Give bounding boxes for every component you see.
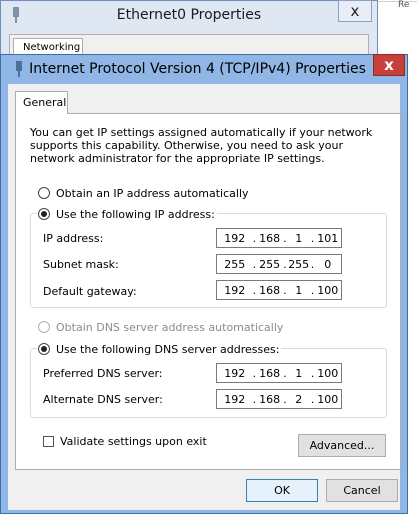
ip-octet: 100 bbox=[317, 366, 339, 380]
ip-octet: 192 bbox=[224, 392, 246, 406]
ethernet-properties-title: Ethernet0 Properties bbox=[116, 7, 262, 23]
ip-octet: 101 bbox=[317, 231, 339, 245]
ok-button[interactable]: OK bbox=[246, 479, 318, 502]
use-following-ip-radio[interactable] bbox=[38, 208, 50, 220]
obtain-ip-auto-radio[interactable] bbox=[38, 187, 50, 199]
obtain-dns-auto-label: Obtain DNS server address automatically bbox=[56, 320, 284, 334]
ip-octet: 168 bbox=[259, 283, 281, 297]
ip-octet: 255 bbox=[259, 257, 281, 271]
use-following-dns-label: Use the following DNS server addresses: bbox=[56, 342, 280, 356]
ip-octet: 1 bbox=[295, 231, 303, 245]
use-following-ip-option[interactable]: Use the following IP address: bbox=[37, 206, 217, 222]
ip-octet: 192 bbox=[224, 283, 246, 297]
alternate-dns-field[interactable]: 192. 168. 2. 100 bbox=[216, 389, 342, 409]
advanced-button[interactable]: Advanced... bbox=[298, 434, 386, 457]
obtain-ip-auto-label: Obtain an IP address automatically bbox=[56, 186, 249, 200]
use-following-dns-option[interactable]: Use the following DNS server addresses: bbox=[37, 341, 282, 357]
validate-settings-label: Validate settings upon exit bbox=[60, 434, 207, 448]
validate-settings-checkbox[interactable] bbox=[43, 435, 54, 447]
ip-octet: 100 bbox=[317, 392, 339, 406]
ip-octet: 2 bbox=[295, 392, 303, 406]
ip-octet: 0 bbox=[324, 257, 332, 271]
subnet-mask-field[interactable]: 255. 255. 255. 0 bbox=[216, 254, 342, 274]
dialog-title: Internet Protocol Version 4 (TCP/IPv4) P… bbox=[29, 61, 366, 77]
ethernet-close-button[interactable]: x bbox=[338, 0, 372, 22]
ip-octet: 1 bbox=[295, 366, 303, 380]
tab-general[interactable]: General bbox=[15, 91, 68, 114]
preferred-dns-label: Preferred DNS server: bbox=[43, 367, 163, 380]
cancel-button[interactable]: Cancel bbox=[326, 479, 398, 502]
ip-octet: 100 bbox=[317, 283, 339, 297]
ip-octet: 255 bbox=[288, 257, 310, 271]
validate-settings-option[interactable]: Validate settings upon exit bbox=[43, 433, 207, 449]
dialog-close-button[interactable]: x bbox=[373, 54, 405, 76]
obtain-dns-auto-option[interactable]: Obtain DNS server address automatically bbox=[38, 319, 283, 335]
default-gateway-label: Default gateway: bbox=[43, 285, 137, 298]
preferred-dns-field[interactable]: 192. 168. 1. 100 bbox=[216, 363, 342, 383]
use-following-ip-label: Use the following IP address: bbox=[56, 207, 215, 221]
ip-octet: 192 bbox=[224, 366, 246, 380]
obtain-dns-auto-radio[interactable] bbox=[38, 321, 50, 333]
background-edge-text: Re bbox=[398, 0, 410, 10]
ip-octet: 255 bbox=[224, 257, 246, 271]
ip-octet: 1 bbox=[295, 283, 303, 297]
ip-address-field[interactable]: 192. 168. 1. 101 bbox=[216, 228, 342, 248]
ip-octet: 168 bbox=[259, 366, 281, 380]
info-text: You can get IP settings assigned automat… bbox=[30, 126, 373, 165]
ip-octet: 192 bbox=[224, 231, 246, 245]
default-gateway-field[interactable]: 192. 168. 1. 100 bbox=[216, 280, 342, 300]
use-following-dns-radio[interactable] bbox=[38, 343, 50, 355]
subnet-mask-label: Subnet mask: bbox=[43, 258, 119, 271]
ip-address-label: IP address: bbox=[43, 232, 104, 245]
ip-octet: 168 bbox=[259, 392, 281, 406]
obtain-ip-auto-option[interactable]: Obtain an IP address automatically bbox=[38, 185, 249, 201]
alternate-dns-label: Alternate DNS server: bbox=[43, 393, 163, 406]
ip-octet: 168 bbox=[259, 231, 281, 245]
